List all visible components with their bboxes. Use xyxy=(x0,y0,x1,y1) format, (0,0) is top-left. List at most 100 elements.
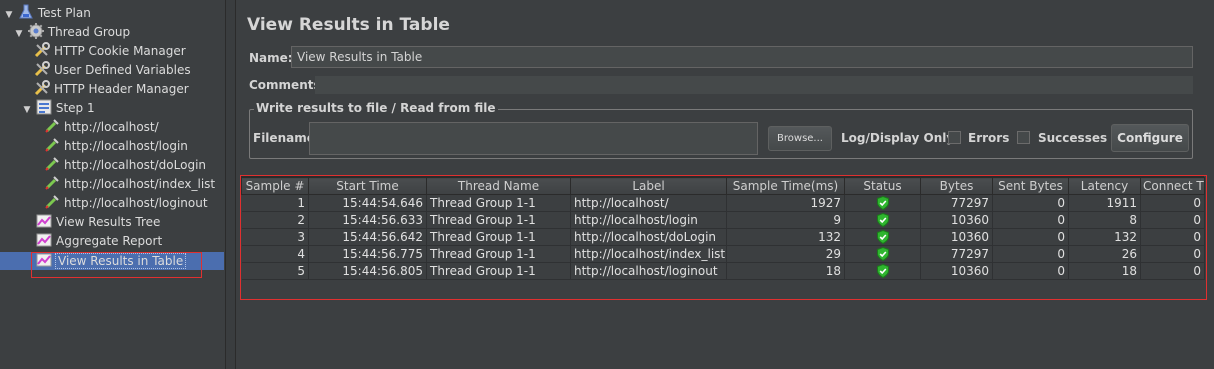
table-cell: 132 xyxy=(1068,228,1141,246)
table-cell: 18 xyxy=(1068,262,1141,280)
expand-arrow-icon[interactable]: ▼ xyxy=(22,101,32,119)
table-cell: 26 xyxy=(1068,245,1141,263)
tree-label: http://localhost/login xyxy=(64,139,188,153)
table-row[interactable]: 4 15:44:56.775 Thread Group 1-1 http://loca… xyxy=(241,245,1205,263)
table-cell: http://localhost/doLogin xyxy=(570,228,727,246)
window-edge xyxy=(1208,0,1214,369)
tree-label: Aggregate Report xyxy=(56,234,163,248)
comments-label: Comments: xyxy=(249,78,326,92)
tree-label: http://localhost/doLogin xyxy=(64,158,207,172)
status-cell xyxy=(844,211,921,229)
errors-label: Errors xyxy=(968,131,1010,145)
tree-node-sampler-loginout[interactable]: http://localhost/loginout xyxy=(44,194,208,212)
gear-icon xyxy=(27,23,44,39)
column-header-status[interactable]: Status xyxy=(844,177,921,195)
listener-icon xyxy=(36,233,52,247)
filename-label: Filename xyxy=(253,131,315,145)
table-cell: Thread Group 1-1 xyxy=(426,262,571,280)
table-row[interactable]: 3 15:44:56.642 Thread Group 1-1 http://loca… xyxy=(241,228,1205,246)
status-cell xyxy=(844,228,921,246)
pipette-icon xyxy=(45,157,59,171)
configure-button[interactable]: Configure xyxy=(1111,124,1189,152)
pipette-icon xyxy=(45,176,59,190)
column-header-label[interactable]: Label xyxy=(570,177,727,195)
table-cell: 0 xyxy=(1140,245,1205,263)
comments-field[interactable] xyxy=(315,76,1193,94)
table-cell: 0 xyxy=(992,228,1069,246)
table-cell: 15:44:56.775 xyxy=(308,245,427,263)
table-cell: 0 xyxy=(992,245,1069,263)
table-cell: 8 xyxy=(1068,211,1141,229)
table-row[interactable]: 5 15:44:56.805 Thread Group 1-1 http://loca… xyxy=(241,262,1205,280)
tree-label: http://localhost/loginout xyxy=(64,196,208,210)
browse-button[interactable]: Browse... xyxy=(768,126,832,151)
errors-checkbox[interactable] xyxy=(948,131,961,144)
table-cell: 9 xyxy=(726,211,845,229)
wrench-icon xyxy=(34,61,50,77)
name-field[interactable] xyxy=(291,46,1193,68)
column-header-bytes[interactable]: Bytes xyxy=(920,177,993,195)
tree-node-sampler-root[interactable]: http://localhost/ xyxy=(44,118,159,136)
tree-node-thread-group[interactable]: ▼ Thread Group xyxy=(14,23,130,41)
column-header-sent-bytes[interactable]: Sent Bytes xyxy=(992,177,1069,195)
fieldset-legend: Write results to file / Read from file xyxy=(254,101,498,115)
comments-row: Comments: xyxy=(247,75,1197,95)
success-shield-icon xyxy=(876,213,889,227)
column-header-latency[interactable]: Latency xyxy=(1068,177,1141,195)
tree-node-test-plan[interactable]: ▼ Test Plan xyxy=(4,4,91,22)
tree-node-sampler-index-list[interactable]: http://localhost/index_list xyxy=(44,175,215,193)
name-row: Name: xyxy=(247,45,1197,71)
success-shield-icon xyxy=(876,230,889,244)
table-cell: 18 xyxy=(726,262,845,280)
table-cell: 2 xyxy=(241,211,309,229)
annotation-highlight-box xyxy=(31,252,202,278)
table-cell: 1 xyxy=(241,194,309,212)
results-table: Sample # Start Time Thread Name Label Sa… xyxy=(241,176,1205,296)
column-header-sample-time[interactable]: Sample Time(ms) xyxy=(726,177,845,195)
column-header-connect-time[interactable]: Connect Ti... xyxy=(1140,177,1205,195)
table-header-row: Sample # Start Time Thread Name Label Sa… xyxy=(241,177,1205,195)
filename-field[interactable] xyxy=(309,122,758,155)
expand-arrow-icon[interactable]: ▼ xyxy=(14,25,24,43)
table-cell: 0 xyxy=(1140,194,1205,212)
tree-node-http-cookie-manager[interactable]: HTTP Cookie Manager xyxy=(34,42,186,60)
table-cell: http://localhost/index_list xyxy=(570,245,727,263)
status-cell xyxy=(844,245,921,263)
tree-label: User Defined Variables xyxy=(54,63,191,77)
tree-node-step-1[interactable]: ▼ Step 1 xyxy=(22,99,95,117)
table-cell: 1911 xyxy=(1068,194,1141,212)
pipette-icon xyxy=(45,119,59,133)
tree-node-user-defined-variables[interactable]: User Defined Variables xyxy=(34,61,191,79)
column-header-sample[interactable]: Sample # xyxy=(241,177,309,195)
table-cell: Thread Group 1-1 xyxy=(426,228,571,246)
table-row[interactable]: 2 15:44:56.633 Thread Group 1-1 http://loca… xyxy=(241,211,1205,229)
successes-label: Successes xyxy=(1038,131,1108,145)
wrench-icon xyxy=(34,42,50,58)
table-cell: Thread Group 1-1 xyxy=(426,245,571,263)
successes-checkbox[interactable] xyxy=(1017,131,1030,144)
table-cell: 10360 xyxy=(920,262,993,280)
tree-node-sampler-login[interactable]: http://localhost/login xyxy=(44,137,188,155)
table-cell: 132 xyxy=(726,228,845,246)
tree-node-aggregate-report[interactable]: Aggregate Report xyxy=(36,232,162,250)
column-header-thread-name[interactable]: Thread Name xyxy=(426,177,571,195)
column-header-start-time[interactable]: Start Time xyxy=(308,177,427,195)
tree-label: HTTP Header Manager xyxy=(54,82,189,96)
tree-node-sampler-dologin[interactable]: http://localhost/doLogin xyxy=(44,156,206,174)
tree-label: http://localhost/index_list xyxy=(64,177,216,191)
write-results-fieldset: Write results to file / Read from file F… xyxy=(249,101,1193,159)
table-cell: 1927 xyxy=(726,194,845,212)
name-label: Name: xyxy=(249,51,293,65)
results-table-panel: View Results in Table Name: Comments: Wr… xyxy=(237,0,1214,369)
table-cell: 0 xyxy=(992,262,1069,280)
status-cell xyxy=(844,262,921,280)
pipette-icon xyxy=(45,195,59,209)
table-row[interactable]: 1 15:44:54.646 Thread Group 1-1 http://loca… xyxy=(241,194,1205,212)
table-cell: 0 xyxy=(1140,262,1205,280)
tree-node-view-results-tree[interactable]: View Results Tree xyxy=(36,213,160,231)
test-plan-icon xyxy=(19,4,33,19)
split-pane-divider[interactable] xyxy=(226,0,236,369)
table-cell: Thread Group 1-1 xyxy=(426,211,571,229)
expand-arrow-icon[interactable]: ▼ xyxy=(4,6,14,24)
tree-node-http-header-manager[interactable]: HTTP Header Manager xyxy=(34,80,189,98)
